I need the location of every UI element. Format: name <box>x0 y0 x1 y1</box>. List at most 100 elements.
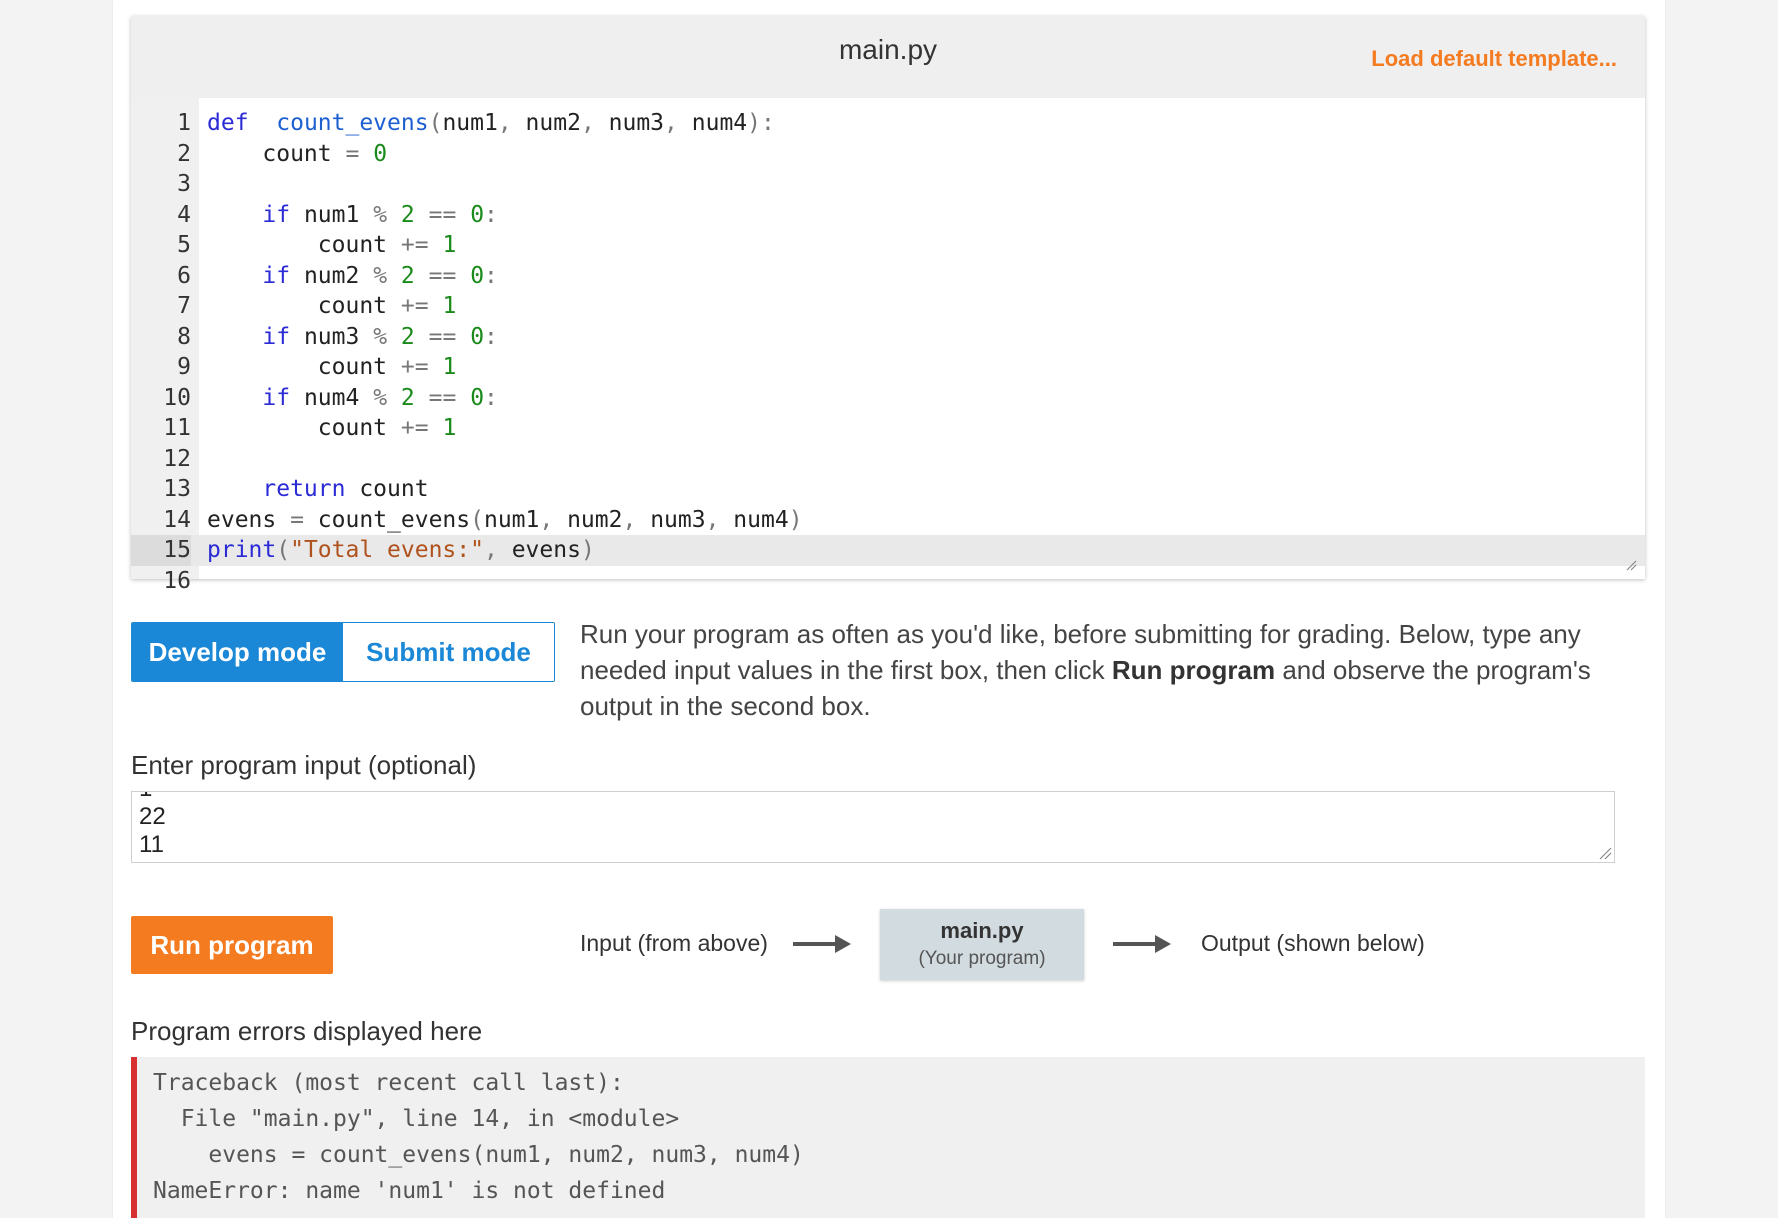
code-line[interactable]: 4 if num1 % 2 == 0: <box>131 200 1645 231</box>
line-number: 1 <box>177 110 191 136</box>
code-text: count += 1 <box>207 291 457 322</box>
error-line: Traceback (most recent call last): <box>153 1070 624 1096</box>
code-token: += <box>400 354 429 380</box>
code-token: 2 <box>400 323 415 350</box>
code-text: if num4 % 2 == 0: <box>207 383 498 414</box>
code-text: if num2 % 2 == 0: <box>207 261 498 292</box>
resize-handle-icon[interactable] <box>1598 846 1612 860</box>
line-number: 13 <box>163 476 191 502</box>
code-line[interactable]: 12 <box>131 444 1645 475</box>
line-number: 2 <box>177 140 191 167</box>
run-program-button[interactable]: Run program <box>131 916 333 974</box>
code-text: if num3 % 2 == 0: <box>207 322 498 353</box>
flow-output-label: Output (shown below) <box>1201 930 1425 956</box>
code-line[interactable]: 2 count = 0 <box>131 139 1645 170</box>
code-text: if num1 % 2 == 0: <box>207 200 498 231</box>
program-input-textarea[interactable]: 1 22 11 <box>131 791 1615 863</box>
line-number: 5 <box>177 232 191 258</box>
code-token: if <box>262 384 291 411</box>
code-line[interactable]: 16 <box>131 566 1645 597</box>
code-line[interactable]: 9 count += 1 <box>131 352 1645 383</box>
code-token: count <box>207 415 401 441</box>
code-token: count <box>207 293 401 319</box>
resize-handle-icon[interactable] <box>1625 559 1637 571</box>
code-text: count = 0 <box>207 139 387 170</box>
flow-input-label: Input (from above) <box>580 930 768 956</box>
code-line[interactable]: 7 count += 1 <box>131 291 1645 322</box>
code-token: 0 <box>373 140 388 167</box>
code-token: num3 <box>290 323 374 350</box>
code-token: "Total evens:" <box>290 537 484 563</box>
code-token: num4 <box>719 506 789 533</box>
error-output-box: Traceback (most recent call last): File … <box>131 1057 1645 1218</box>
input-line: 22 <box>139 803 166 830</box>
code-line[interactable]: 1 def count_evens(num1, num2, num3, num4)… <box>131 108 1645 139</box>
program-box-subtitle: (Your program) <box>918 948 1046 969</box>
right-arrow-icon <box>793 935 851 953</box>
code-token: ): <box>747 110 775 136</box>
code-line[interactable]: 5 count += 1 <box>131 230 1645 261</box>
line-number: 8 <box>177 323 191 350</box>
code-token: , <box>483 537 498 563</box>
code-line[interactable]: 10 if num4 % 2 == 0: <box>131 383 1645 414</box>
code-token: evens <box>207 506 291 533</box>
code-token: count_evens <box>276 110 429 136</box>
line-number: 11 <box>163 415 191 441</box>
code-line[interactable]: 15 print("Total evens:", evens) <box>131 535 1645 566</box>
code-token: num1 <box>442 110 498 136</box>
code-token: , <box>705 506 720 533</box>
code-editor[interactable]: main.py Load default template... 1 def co… <box>131 16 1645 594</box>
code-line[interactable]: 6 if num2 % 2 == 0: <box>131 261 1645 292</box>
code-line[interactable]: 3 <box>131 169 1645 200</box>
code-token: : <box>484 384 498 411</box>
submit-mode-button[interactable]: Submit mode <box>343 623 554 681</box>
errors-label: Program errors displayed here <box>131 1016 483 1046</box>
code-token: num2 <box>290 262 374 289</box>
code-area[interactable]: 1 def count_evens ( num1, num2, num3, num4)… <box>131 108 1645 596</box>
code-token: , <box>622 506 637 533</box>
line-number: 14 <box>163 506 191 533</box>
load-default-template-link[interactable]: Load default template... <box>1371 46 1617 72</box>
code-line[interactable]: 8 if num3 % 2 == 0: <box>131 322 1645 353</box>
input-label: Enter program input (optional) <box>131 750 477 780</box>
instructions-text: Run your program as often as you'd like,… <box>580 616 1645 724</box>
input-line: 1 <box>139 792 1614 803</box>
editor-header: main.py Load default template... <box>131 16 1645 98</box>
code-token: += <box>400 415 429 441</box>
code-token: , <box>664 110 678 136</box>
code-token: count <box>207 354 401 380</box>
page: main.py Load default template... 1 def co… <box>113 0 1665 1218</box>
line-number: 10 <box>163 384 191 411</box>
code-token: if <box>262 323 291 350</box>
code-token: def <box>207 110 249 136</box>
code-token: , <box>539 506 554 533</box>
code-line[interactable]: 14 evens = count_evens(num1, num2, num3, … <box>131 505 1645 536</box>
code-token: num2 <box>511 110 581 136</box>
mode-toggle: Develop mode Submit mode <box>131 622 555 682</box>
code-token: % <box>373 201 388 228</box>
develop-mode-button[interactable]: Develop mode <box>132 623 343 681</box>
code-token: ( <box>470 506 484 533</box>
code-token: return <box>262 476 346 502</box>
code-token: % <box>373 262 388 289</box>
code-token: += <box>400 232 429 258</box>
line-number: 7 <box>177 293 191 319</box>
code-token: == <box>428 262 457 289</box>
code-line[interactable]: 11 count += 1 <box>131 413 1645 444</box>
line-number: 16 <box>163 567 191 594</box>
code-line[interactable]: 13 return count <box>131 474 1645 505</box>
